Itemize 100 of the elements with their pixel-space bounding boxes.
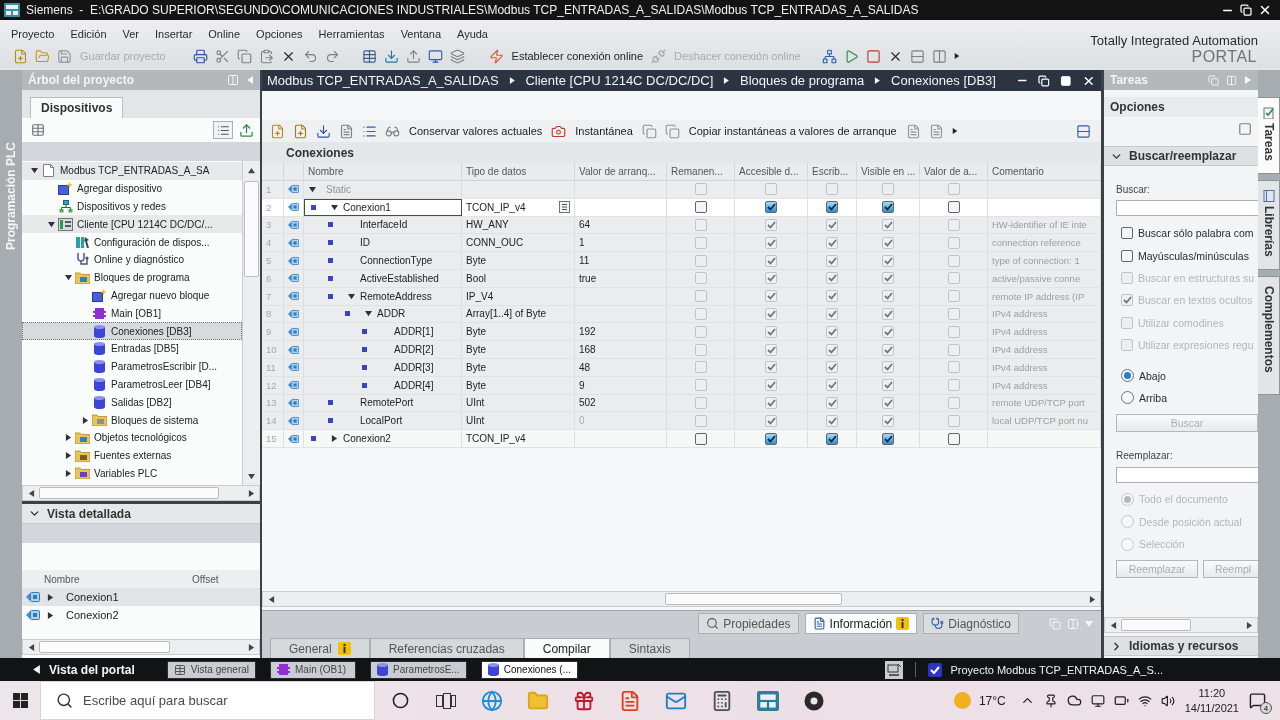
tree-item[interactable]: Bloques de sistema xyxy=(22,411,242,429)
restore-icon[interactable] xyxy=(1038,74,1050,87)
network-icon[interactable] xyxy=(1137,693,1152,708)
tree-item[interactable]: Fuentes externas xyxy=(22,446,242,465)
editor-tab[interactable]: Vista general xyxy=(166,660,256,679)
tree-item[interactable]: Conexiones [DB3] xyxy=(22,322,242,340)
triangle-right-icon[interactable] xyxy=(64,452,72,460)
triangle-down-icon[interactable] xyxy=(30,167,38,175)
breadcrumb-item[interactable]: Conexiones [DB3] xyxy=(891,73,996,88)
scroll-left-icon[interactable] xyxy=(27,643,35,651)
editor-tab[interactable]: Conexiones (... xyxy=(480,660,578,679)
scroll-right-icon[interactable] xyxy=(1245,621,1253,629)
scroll-left-icon[interactable] xyxy=(27,489,35,497)
menu-item[interactable]: Proyecto xyxy=(11,28,55,40)
toolbar-button[interactable]: Instantánea xyxy=(574,125,634,137)
tab[interactable]: General xyxy=(270,638,370,658)
menu-item[interactable]: Ver xyxy=(122,28,139,40)
copy-icon[interactable] xyxy=(641,123,657,139)
triangle-right-icon[interactable] xyxy=(46,611,54,619)
breadcrumb-item[interactable]: Cliente [CPU 1214C DC/DC/DC] xyxy=(525,73,714,88)
monitor-icon[interactable] xyxy=(1090,693,1105,708)
scroll-left-icon[interactable] xyxy=(267,595,275,603)
camera-icon[interactable] xyxy=(551,123,567,139)
scroll-right-icon[interactable] xyxy=(247,489,255,497)
side-tab[interactable]: Tareas xyxy=(1258,97,1280,174)
document-icon[interactable] xyxy=(619,689,641,712)
triangle-right-icon[interactable] xyxy=(64,434,72,442)
triangle-down-icon[interactable] xyxy=(64,274,72,282)
checkbox[interactable] xyxy=(1121,227,1133,240)
tree-item[interactable]: Bloques de programa xyxy=(22,268,242,287)
toolbar-button[interactable]: Copiar instantáneas a valores de arranque xyxy=(687,125,898,137)
replace-field[interactable] xyxy=(1116,467,1258,484)
calculator-icon[interactable] xyxy=(711,689,733,712)
scissors-icon[interactable] xyxy=(214,48,230,64)
columns-icon[interactable] xyxy=(931,48,947,64)
tree-item[interactable]: Online y diagnóstico xyxy=(22,251,242,269)
scrollbar-thumb[interactable] xyxy=(665,593,843,605)
tab[interactable]: Información xyxy=(804,613,918,634)
stop-icon[interactable] xyxy=(865,48,881,64)
tree-item[interactable]: Cliente [CPU 1214C DC/DC/... xyxy=(22,215,242,234)
list-item[interactable]: Conexion2 xyxy=(22,606,260,624)
menu-item[interactable]: Edición xyxy=(70,28,107,40)
scroll-up-icon[interactable] xyxy=(248,166,255,174)
maximize-icon[interactable] xyxy=(1059,74,1072,87)
checkbox[interactable] xyxy=(1121,249,1133,262)
radio-button[interactable] xyxy=(1121,391,1134,405)
triangle-right-icon[interactable] xyxy=(46,593,54,601)
scroll-right-icon[interactable] xyxy=(1088,595,1096,603)
clock[interactable]: 11:20 14/11/2021 xyxy=(1184,685,1239,716)
editor-tab[interactable]: Main (OB1) xyxy=(270,660,356,679)
tab[interactable]: Diagnóstico xyxy=(923,613,1019,634)
table-icon[interactable] xyxy=(31,123,45,137)
folder-icon[interactable] xyxy=(35,48,50,64)
download-icon[interactable] xyxy=(383,48,399,64)
triangle-right-icon[interactable] xyxy=(64,469,72,477)
disc-icon[interactable] xyxy=(804,690,824,711)
breadcrumb-item[interactable]: Bloques de programa xyxy=(740,73,865,88)
download-icon[interactable] xyxy=(316,123,331,139)
scroll-down-icon[interactable] xyxy=(248,472,255,480)
monitor-icon[interactable] xyxy=(885,660,904,679)
gift-icon[interactable] xyxy=(573,689,595,712)
layers-icon[interactable] xyxy=(449,48,465,64)
tab[interactable]: Compilar xyxy=(523,638,610,658)
tab[interactable]: Sintaxis xyxy=(609,638,690,658)
undo-icon[interactable] xyxy=(302,48,318,64)
document-icon[interactable] xyxy=(339,123,354,139)
paste-icon[interactable] xyxy=(258,48,274,64)
scroll-right-icon[interactable] xyxy=(247,643,255,651)
list-icon[interactable] xyxy=(362,123,377,139)
side-tab[interactable]: Complementos xyxy=(1258,275,1280,396)
new-file-icon[interactable] xyxy=(270,123,285,139)
tree-item[interactable]: Agregar dispositivo xyxy=(22,179,242,198)
network-icon[interactable] xyxy=(821,48,837,64)
scrollbar-thumb[interactable] xyxy=(39,487,219,499)
pin-icon[interactable] xyxy=(1043,693,1058,708)
tree-item[interactable]: Main [OB1] xyxy=(22,304,242,323)
scrollbar-thumb[interactable] xyxy=(1121,619,1191,631)
speaker-icon[interactable] xyxy=(1160,693,1175,708)
new-file-icon[interactable] xyxy=(13,48,28,64)
restore-icon[interactable] xyxy=(1240,4,1252,16)
printer-icon[interactable] xyxy=(192,48,208,64)
triangle-right-icon[interactable] xyxy=(953,53,960,59)
table-icon[interactable] xyxy=(361,48,377,64)
document-icon[interactable] xyxy=(928,123,944,139)
battery-icon[interactable] xyxy=(1113,693,1129,708)
menu-item[interactable]: Ventana xyxy=(400,28,441,40)
menu-item[interactable]: Opciones xyxy=(256,28,303,40)
menu-item[interactable]: Online xyxy=(208,28,241,40)
triangle-down-icon[interactable] xyxy=(47,220,55,228)
task-view-icon[interactable] xyxy=(436,692,456,709)
app-tile-icon[interactable] xyxy=(757,690,779,711)
menu-item[interactable]: Ayuda xyxy=(457,28,488,40)
tree-item[interactable]: Entradas [DB5] xyxy=(22,339,242,358)
start-icon[interactable] xyxy=(12,693,28,708)
triangle-right-icon[interactable] xyxy=(951,128,958,134)
triangle-right-icon[interactable] xyxy=(81,416,89,424)
tree-item[interactable]: Variables PLC xyxy=(22,464,242,483)
document-icon[interactable] xyxy=(905,123,921,139)
rows-icon[interactable] xyxy=(1076,123,1091,139)
scroll-left-icon[interactable] xyxy=(1109,621,1117,629)
